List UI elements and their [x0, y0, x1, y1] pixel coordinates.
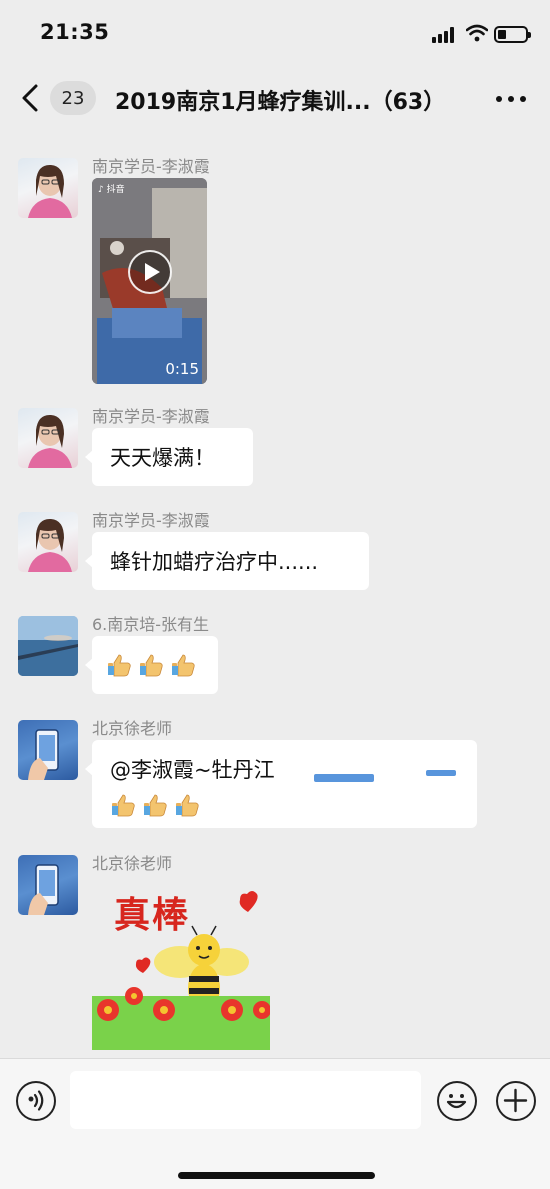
message-bubble[interactable]: 天天爆满！ — [85, 428, 253, 486]
bee-sticker[interactable]: 真棒 — [92, 878, 270, 1050]
sender-name: 北京徐老师 — [92, 719, 173, 738]
avatar[interactable] — [18, 408, 78, 468]
input-bar — [0, 1058, 550, 1189]
back-button[interactable]: 23 — [16, 78, 98, 118]
redaction-mark — [426, 770, 456, 776]
battery-icon — [494, 26, 531, 43]
thumbs-up-icon — [144, 794, 167, 817]
redaction-mark — [314, 774, 374, 782]
plus-icon[interactable] — [496, 1081, 536, 1121]
sender-name: 南京学员-李淑霞 — [92, 407, 210, 426]
avatar[interactable] — [18, 158, 78, 218]
emoji-icon[interactable] — [437, 1081, 477, 1121]
thumbs-up-icon — [108, 654, 131, 677]
sender-name: 北京徐老师 — [92, 854, 173, 873]
chat-title: 2019南京1月蜂疗集训...（63） — [115, 90, 446, 115]
sender-name: 6.南京培-张有生 — [92, 615, 210, 634]
message-input[interactable] — [70, 1071, 421, 1129]
unread-count-badge: 23 — [50, 81, 96, 115]
thumbs-up-icon — [172, 654, 195, 677]
status-bar: 21:35 — [0, 0, 550, 64]
home-indicator[interactable] — [178, 1172, 375, 1179]
avatar[interactable] — [18, 616, 78, 676]
message-bubble[interactable]: @李淑霞~牡丹江 — [85, 740, 477, 828]
voice-icon[interactable] — [16, 1081, 56, 1121]
thumbs-up-icon — [112, 794, 135, 817]
sender-name: 南京学员-李淑霞 — [92, 511, 210, 530]
avatar[interactable] — [18, 512, 78, 572]
play-icon[interactable] — [128, 250, 172, 294]
message-text: 蜂针加蜡疗治疗中...... — [110, 550, 319, 574]
status-time: 21:35 — [40, 20, 110, 44]
chevron-left-icon — [22, 84, 38, 112]
more-dots-icon[interactable] — [493, 84, 529, 114]
wifi-icon — [466, 24, 488, 42]
video-message[interactable]: ♪ 抖音 0:15 — [92, 178, 207, 384]
message-text: 天天爆满！ — [110, 446, 215, 470]
avatar[interactable] — [18, 855, 78, 915]
nav-bar: 23 2019南京1月蜂疗集训...（63） — [0, 64, 550, 134]
avatar[interactable] — [18, 720, 78, 780]
emoji-bubble[interactable] — [85, 636, 218, 694]
video-duration: 0:15 — [165, 360, 199, 378]
sender-name: 南京学员-李淑霞 — [92, 157, 210, 176]
thumbs-up-icon — [140, 654, 163, 677]
message-bubble[interactable]: 蜂针加蜡疗治疗中...... — [85, 532, 369, 590]
thumbs-up-icon — [176, 794, 199, 817]
message-text: @李淑霞~牡丹江 — [110, 758, 275, 782]
signal-icon — [432, 27, 458, 43]
